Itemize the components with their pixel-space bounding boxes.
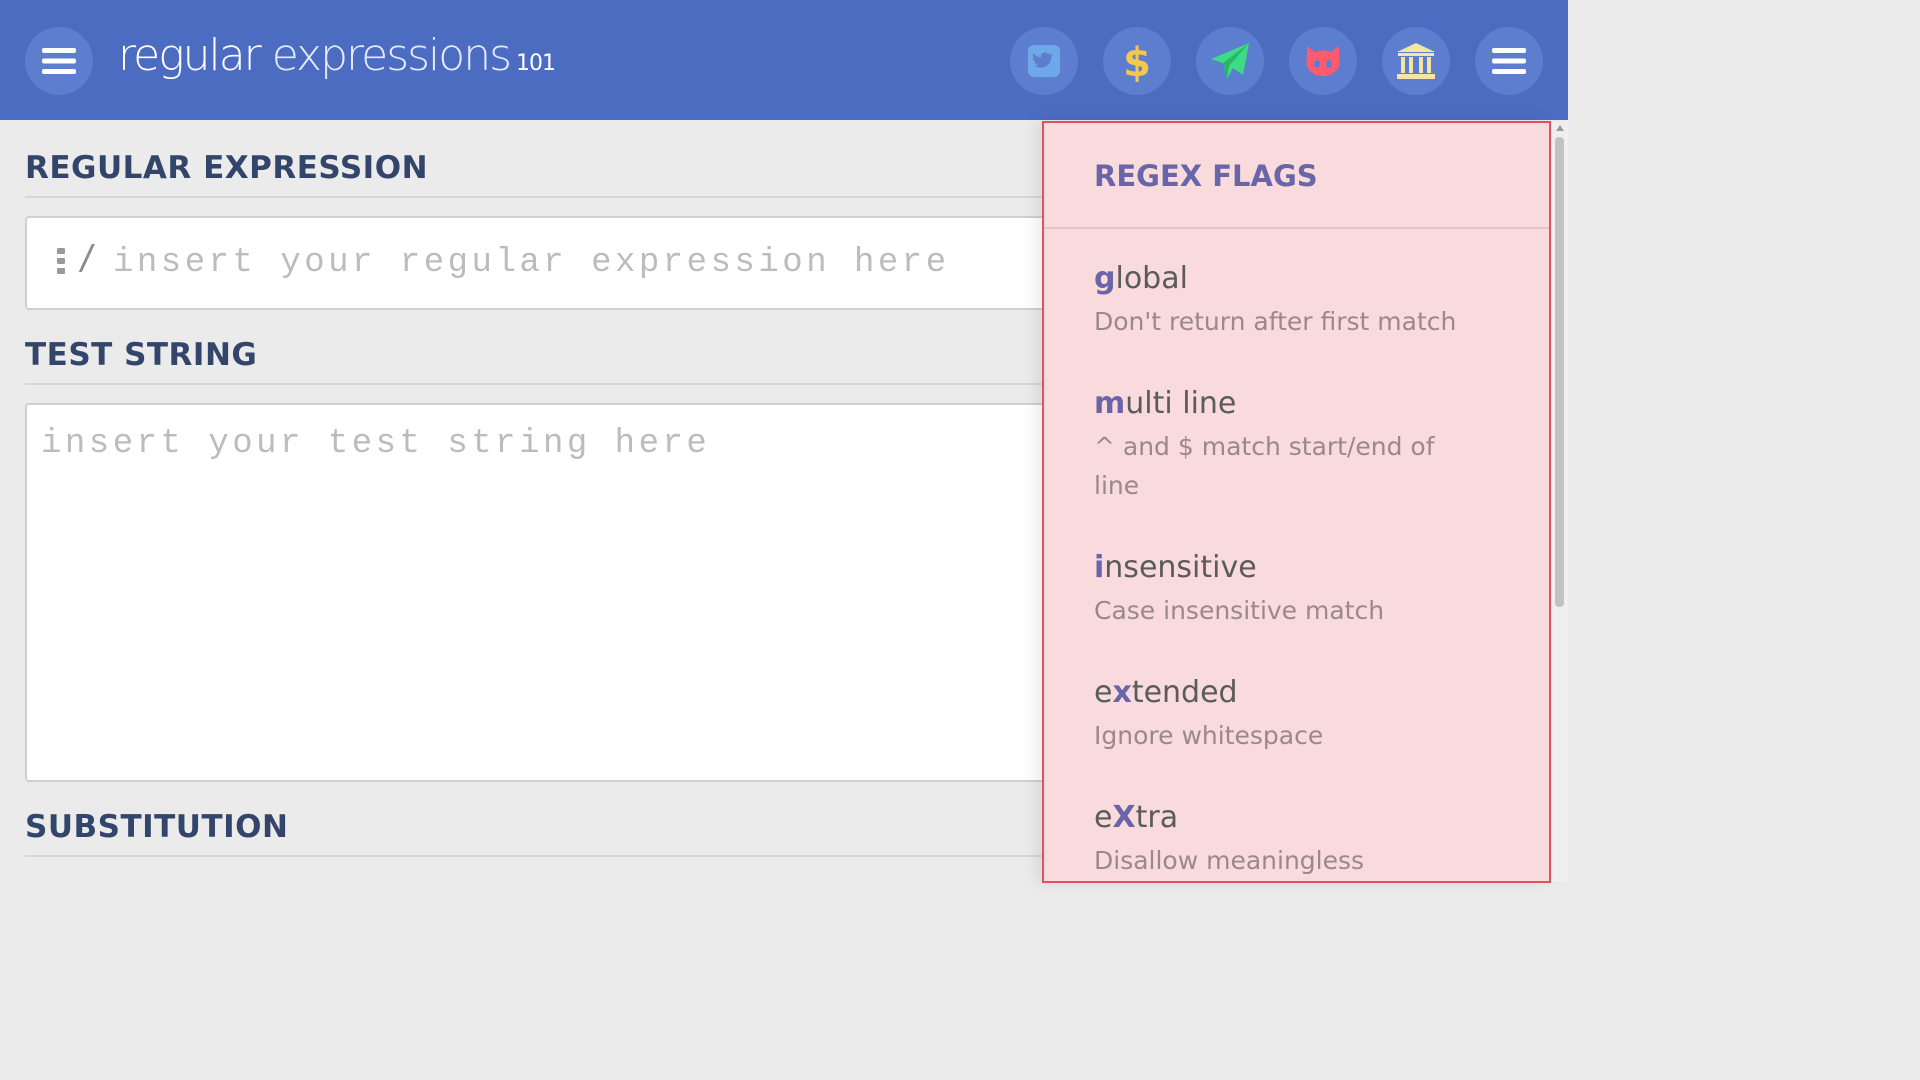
flag-description: Ignore whitespace xyxy=(1094,721,1324,750)
flag-extended[interactable]: extended Ignore whitespace xyxy=(1094,675,1514,755)
divider xyxy=(25,855,1045,857)
divider xyxy=(1044,227,1549,229)
flag-global[interactable]: global Don't return after first match xyxy=(1094,261,1514,341)
flag-description: Case insensitive match xyxy=(1094,596,1385,625)
flag-name: global xyxy=(1094,261,1188,296)
flag-name: multi line xyxy=(1094,386,1237,421)
logo-regular: regular xyxy=(118,30,262,81)
test-string-input[interactable] xyxy=(39,423,1043,767)
logo-expressions: expressions xyxy=(259,30,512,81)
github-button[interactable] xyxy=(1289,27,1357,95)
menu-icon xyxy=(1492,48,1526,74)
regex-section-title: REGULAR EXPRESSION xyxy=(25,150,429,186)
donate-button[interactable]: $ xyxy=(1103,27,1171,95)
contact-button[interactable] xyxy=(1196,27,1264,95)
flag-description: Don't return after first match xyxy=(1094,307,1457,336)
flag-name: extended xyxy=(1094,675,1238,710)
flag-name: eXtra xyxy=(1094,800,1179,835)
logo[interactable]: regular expressions 101 xyxy=(118,30,556,81)
flag-insensitive[interactable]: insensitive Case insensitive match xyxy=(1094,550,1514,630)
logo-version: 101 xyxy=(516,51,556,76)
svg-text:$: $ xyxy=(1123,40,1151,82)
regex-input[interactable] xyxy=(111,232,1045,294)
scroll-up-icon[interactable] xyxy=(1556,125,1564,131)
settings-menu-button[interactable] xyxy=(1475,27,1543,95)
substitution-section-title: SUBSTITUTION xyxy=(25,809,289,845)
top-bar: regular expressions 101 $ xyxy=(0,0,1568,120)
paper-plane-icon xyxy=(1211,43,1249,79)
library-button[interactable] xyxy=(1382,27,1450,95)
scrollbar-thumb[interactable] xyxy=(1555,137,1564,607)
flag-name: insensitive xyxy=(1094,550,1257,585)
test-string-section-title: TEST STRING xyxy=(25,337,258,373)
twitter-button[interactable] xyxy=(1010,27,1078,95)
regex-input-box: / xyxy=(25,216,1059,310)
github-icon xyxy=(1306,46,1340,76)
twitter-icon xyxy=(1028,45,1060,77)
flag-description: ^ and $ match start/end of line xyxy=(1094,432,1435,500)
divider xyxy=(25,383,1045,385)
test-string-box xyxy=(25,403,1059,782)
regex-flags-panel: REGEX FLAGS global Don't return after fi… xyxy=(1042,121,1551,883)
menu-button[interactable] xyxy=(25,27,93,95)
menu-icon xyxy=(42,48,76,74)
dollar-icon: $ xyxy=(1123,40,1151,82)
drag-handle-icon[interactable] xyxy=(57,248,65,274)
scrollbar[interactable] xyxy=(1552,121,1568,882)
flag-description: Disallow meaningless xyxy=(1094,846,1365,875)
divider xyxy=(25,196,1045,198)
flag-multiline[interactable]: multi line ^ and $ match start/end of li… xyxy=(1094,386,1514,505)
bank-icon xyxy=(1397,43,1435,79)
flags-panel-title: REGEX FLAGS xyxy=(1094,159,1318,193)
regex-delimiter: / xyxy=(77,238,98,278)
flag-extra[interactable]: eXtra Disallow meaningless xyxy=(1094,800,1514,880)
